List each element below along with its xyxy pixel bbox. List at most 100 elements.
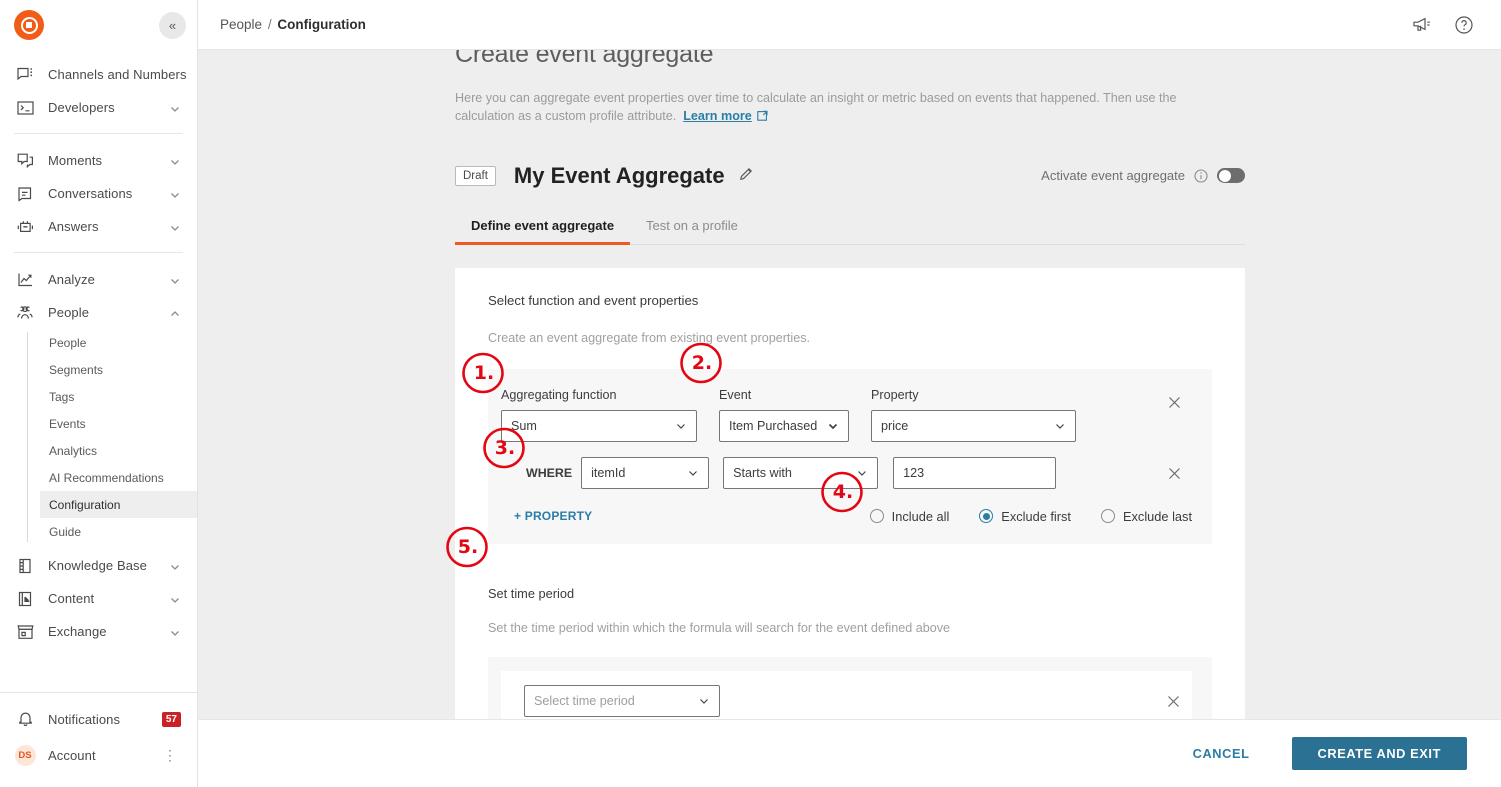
radio-exclude-last[interactable]: Exclude last xyxy=(1101,509,1192,524)
info-icon[interactable] xyxy=(1194,169,1208,183)
remove-where-row-button[interactable] xyxy=(1165,465,1183,483)
function-row: Aggregating function Sum Event Item Purc… xyxy=(501,388,1192,442)
sidebar-subnav-people: People Segments Tags Events Analytics AI… xyxy=(27,329,197,545)
property-select[interactable]: price xyxy=(871,410,1076,442)
add-property-button[interactable]: + PROPERTY xyxy=(514,509,592,523)
activate-event-aggregate-toggle[interactable] xyxy=(1217,168,1245,183)
page-description-text: Here you can aggregate event properties … xyxy=(455,91,1177,123)
where-operand-value: 123 xyxy=(903,466,924,480)
sidebar-item-people-people[interactable]: People xyxy=(40,329,197,356)
chevron-down-icon xyxy=(169,560,181,572)
where-operand-input[interactable]: 123 xyxy=(893,457,1056,489)
radio-label: Include all xyxy=(892,509,950,524)
people-icon xyxy=(14,304,36,322)
sidebar-item-segments[interactable]: Segments xyxy=(40,356,197,383)
aggregate-name-row: Draft My Event Aggregate Activate event … xyxy=(455,163,1245,189)
sidebar-subitem-label: Tags xyxy=(49,390,74,404)
property-field: Property price xyxy=(871,388,1076,442)
main-content: Create event aggregate Here you can aggr… xyxy=(198,50,1501,787)
sidebar-item-conversations[interactable]: Conversations xyxy=(0,177,197,210)
tab-define-event-aggregate[interactable]: Define event aggregate xyxy=(455,218,630,245)
sidebar-item-label: Account xyxy=(48,748,159,763)
radio-label: Exclude last xyxy=(1123,509,1192,524)
edit-pencil-icon[interactable] xyxy=(739,166,754,186)
create-and-exit-button[interactable]: CREATE AND EXIT xyxy=(1292,737,1467,770)
sidebar-item-analytics[interactable]: Analytics xyxy=(40,437,197,464)
sidebar-item-label: Developers xyxy=(48,100,169,115)
chat-icon xyxy=(14,66,36,84)
breadcrumb-separator: / xyxy=(268,17,272,32)
tab-test-on-a-profile[interactable]: Test on a profile xyxy=(630,218,754,244)
sidebar-collapse-button[interactable]: « xyxy=(159,12,186,39)
sidebar-item-content[interactable]: Content xyxy=(0,582,197,615)
chevron-down-icon xyxy=(1054,420,1066,432)
external-link-icon[interactable] xyxy=(757,108,768,126)
sidebar-item-events[interactable]: Events xyxy=(40,410,197,437)
page-body: Create event aggregate Here you can aggr… xyxy=(455,50,1245,745)
radio-include-all[interactable]: Include all xyxy=(870,509,950,524)
page-description: Here you can aggregate event properties … xyxy=(455,89,1230,127)
aggregating-function-label: Aggregating function xyxy=(501,388,697,402)
sidebar: Channels and Numbers Developers xyxy=(0,0,198,787)
breadcrumb-parent[interactable]: People xyxy=(220,17,262,32)
page-title: Create event aggregate xyxy=(455,50,1245,69)
megaphone-icon[interactable] xyxy=(1411,14,1433,36)
breadcrumb-current: Configuration xyxy=(277,17,365,32)
function-section-heading: Select function and event properties xyxy=(488,293,1212,308)
sidebar-item-people[interactable]: People xyxy=(0,296,197,329)
chevron-down-icon xyxy=(169,221,181,233)
chevron-down-icon xyxy=(169,188,181,200)
avatar: DS xyxy=(14,746,36,764)
form-card: Select function and event properties Cre… xyxy=(455,268,1245,745)
help-icon[interactable] xyxy=(1453,14,1475,36)
sidebar-item-analyze[interactable]: Analyze xyxy=(0,263,197,296)
radio-button[interactable] xyxy=(870,509,884,523)
chevron-down-icon xyxy=(827,420,839,432)
radio-label: Exclude first xyxy=(1001,509,1071,524)
sidebar-item-moments[interactable]: Moments xyxy=(0,144,197,177)
sidebar-item-channels-and-numbers[interactable]: Channels and Numbers xyxy=(0,58,197,91)
sidebar-item-label: Moments xyxy=(48,153,169,168)
aggregating-function-value: Sum xyxy=(511,419,667,433)
logo-ring xyxy=(21,17,38,34)
cancel-button[interactable]: CANCEL xyxy=(1181,738,1262,769)
sidebar-item-guide[interactable]: Guide xyxy=(40,518,197,545)
remove-function-row-button[interactable] xyxy=(1165,394,1183,412)
radio-button[interactable] xyxy=(1101,509,1115,523)
sidebar-item-notifications[interactable]: Notifications 57 xyxy=(0,701,197,737)
radio-exclude-first[interactable]: Exclude first xyxy=(979,509,1071,524)
sidebar-subitem-label: Configuration xyxy=(49,498,120,512)
event-select[interactable]: Item Purchased xyxy=(719,410,849,442)
where-property-select[interactable]: itemId xyxy=(581,457,709,489)
terminal-icon xyxy=(14,99,36,117)
infobip-logo[interactable] xyxy=(14,10,44,40)
tab-label: Define event aggregate xyxy=(471,218,614,233)
aggregating-function-select[interactable]: Sum xyxy=(501,410,697,442)
kebab-menu-icon[interactable]: ⋮ xyxy=(159,750,181,760)
radio-button[interactable] xyxy=(979,509,993,523)
sidebar-item-account[interactable]: DS Account ⋮ xyxy=(0,737,197,773)
remove-time-period-button[interactable] xyxy=(1164,693,1182,711)
sidebar-item-exchange[interactable]: Exchange xyxy=(0,615,197,648)
occurrence-row: + PROPERTY Include all Exclude first xyxy=(501,509,1192,524)
sidebar-item-ai-recommendations[interactable]: AI Recommendations xyxy=(40,464,197,491)
occurrence-radio-group: Include all Exclude first Exclude last xyxy=(870,509,1192,524)
analyze-icon xyxy=(14,271,36,289)
where-operator-select[interactable]: Starts with xyxy=(723,457,878,489)
sidebar-item-answers[interactable]: Answers xyxy=(0,210,197,243)
learn-more-link[interactable]: Learn more xyxy=(683,109,752,123)
sidebar-subitem-label: Analytics xyxy=(49,444,97,458)
sidebar-item-knowledge-base[interactable]: Knowledge Base xyxy=(0,549,197,582)
sidebar-item-configuration[interactable]: Configuration xyxy=(40,491,197,518)
time-period-placeholder: Select time period xyxy=(534,694,690,708)
nav-group-channels: Channels and Numbers Developers xyxy=(0,58,197,124)
tab-bar: Define event aggregate Test on a profile xyxy=(455,218,1245,245)
sidebar-item-tags[interactable]: Tags xyxy=(40,383,197,410)
sidebar-subitem-label: People xyxy=(49,336,86,350)
sidebar-bottom: Notifications 57 DS Account ⋮ xyxy=(0,692,197,787)
sidebar-item-label: Exchange xyxy=(48,624,169,639)
conversations-icon xyxy=(14,185,36,203)
sidebar-item-developers[interactable]: Developers xyxy=(0,91,197,124)
time-period-select[interactable]: Select time period xyxy=(524,685,720,717)
time-section-subheading: Set the time period within which the for… xyxy=(488,621,1212,635)
